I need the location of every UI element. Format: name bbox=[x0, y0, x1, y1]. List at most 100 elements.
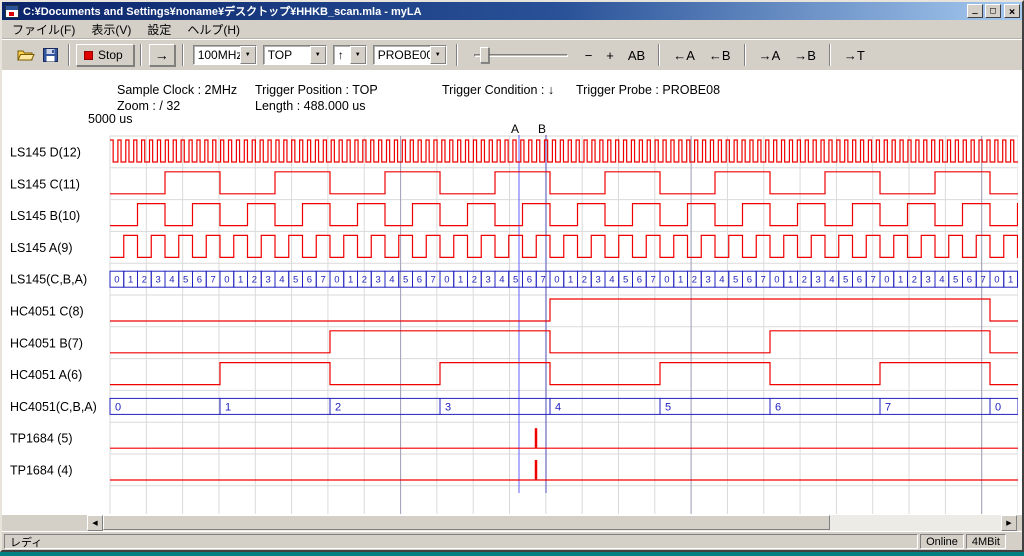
waveform-trace bbox=[110, 331, 1018, 353]
bus-cell bbox=[770, 398, 880, 414]
bus-value: 0 bbox=[554, 275, 559, 286]
goto-marker-a-button[interactable]: ←A bbox=[669, 47, 699, 64]
scroll-thumb[interactable] bbox=[103, 515, 830, 530]
bus-value: 3 bbox=[705, 275, 710, 286]
window-title: C:¥Documents and Settings¥noname¥デスクトップ¥… bbox=[23, 3, 963, 19]
titlebar[interactable]: C:¥Documents and Settings¥noname¥デスクトップ¥… bbox=[2, 2, 1022, 20]
bus-value: 5 bbox=[843, 275, 848, 286]
bus-value: 0 bbox=[664, 275, 669, 286]
bus-value: 0 bbox=[224, 275, 229, 286]
dropdown-button[interactable]: ▼ bbox=[430, 46, 446, 64]
ab-button[interactable]: AB bbox=[624, 47, 649, 64]
toolbar-separator bbox=[140, 44, 142, 66]
bus-cell bbox=[440, 398, 550, 414]
bus-value: 6 bbox=[417, 275, 422, 286]
trigger-probe-combo[interactable]: PROBE00 ▼ bbox=[373, 45, 447, 65]
bus-value: 4 bbox=[555, 401, 561, 413]
waveform-trace bbox=[110, 204, 1018, 226]
bus-value: 3 bbox=[445, 401, 451, 413]
toolbar-separator bbox=[68, 44, 70, 66]
menu-file[interactable]: ファイル(F) bbox=[4, 19, 83, 40]
marker-b-next-button[interactable]: →B bbox=[790, 47, 820, 64]
bus-value: 2 bbox=[912, 275, 917, 286]
scroll-row: ◀ ▶ bbox=[2, 515, 1022, 531]
bus-value: 4 bbox=[829, 275, 834, 286]
bus-value: 2 bbox=[335, 401, 341, 413]
save-file-button[interactable] bbox=[39, 45, 61, 65]
scroll-track[interactable] bbox=[103, 515, 1001, 531]
trigger-probe-info: Trigger Probe : PROBE08 bbox=[576, 83, 720, 97]
toolbar: Stop → 100MHz ▼ TOP ▼ ↑ ▼ PROBE00 ▼ − + bbox=[2, 39, 1022, 70]
bus-value: 6 bbox=[775, 401, 781, 413]
stop-button[interactable]: Stop bbox=[76, 44, 134, 66]
bus-value: 5 bbox=[665, 401, 671, 413]
trigger-condition-info: Trigger Condition : ↓ bbox=[442, 83, 554, 97]
trigger-probe-value: PROBE00 bbox=[374, 46, 430, 64]
bus-value: 3 bbox=[265, 275, 270, 286]
goto-trigger-button[interactable]: →T bbox=[840, 47, 869, 64]
horizontal-scrollbar[interactable]: ◀ ▶ bbox=[87, 515, 1017, 531]
trigger-edge-combo[interactable]: ↑ ▼ bbox=[333, 45, 367, 65]
zoom-in-button[interactable]: + bbox=[602, 47, 618, 64]
bus-value: 1 bbox=[788, 275, 793, 286]
open-file-button[interactable] bbox=[15, 45, 37, 65]
menu-help[interactable]: ヘルプ(H) bbox=[179, 19, 248, 40]
signal-label: TP1684 (4) bbox=[10, 464, 73, 478]
bus-value: 4 bbox=[719, 275, 724, 286]
marker-label-b[interactable]: B bbox=[538, 122, 546, 136]
bus-value: 4 bbox=[169, 275, 174, 286]
bus-value: 2 bbox=[362, 275, 367, 286]
bus-value: 0 bbox=[114, 275, 119, 286]
waveform-pane: Sample Clock : 2MHz Trigger Position : T… bbox=[2, 70, 1022, 515]
bus-value: 0 bbox=[884, 275, 889, 286]
waveform-trace bbox=[110, 363, 1018, 385]
dropdown-button[interactable]: ▼ bbox=[350, 46, 366, 64]
open-folder-icon bbox=[17, 48, 35, 62]
bus-cell bbox=[110, 398, 220, 414]
close-icon[interactable]: × bbox=[1004, 4, 1020, 18]
bus-value: 1 bbox=[348, 275, 353, 286]
marker-label-a[interactable]: A bbox=[511, 122, 519, 136]
waveform-trace bbox=[110, 140, 1018, 162]
stop-icon bbox=[84, 51, 93, 60]
bus-value: 6 bbox=[527, 275, 532, 286]
maximize-icon[interactable]: □ bbox=[985, 4, 1001, 18]
bus-value: 5 bbox=[293, 275, 298, 286]
bus-value: 3 bbox=[485, 275, 490, 286]
bus-value: 2 bbox=[472, 275, 477, 286]
trigger-position-combo[interactable]: TOP ▼ bbox=[263, 45, 327, 65]
dropdown-button[interactable]: ▼ bbox=[240, 46, 256, 64]
bus-value: 1 bbox=[1008, 275, 1013, 286]
goto-marker-b-button[interactable]: ←B bbox=[705, 47, 735, 64]
waveform-canvas[interactable]: 5000 usABLS145 D(12)LS145 C(11)LS145 B(1… bbox=[2, 110, 1018, 515]
dropdown-icon: ▼ bbox=[435, 52, 441, 58]
bus-value: 7 bbox=[760, 275, 765, 286]
minimize-icon[interactable]: _ bbox=[967, 4, 983, 18]
status-spacer bbox=[1008, 534, 1020, 549]
waveform-trace bbox=[110, 235, 1018, 257]
bus-value: 2 bbox=[692, 275, 697, 286]
slider-thumb[interactable] bbox=[480, 47, 489, 63]
window-controls: _ □ × bbox=[967, 4, 1020, 18]
signal-label: LS145 A(9) bbox=[10, 241, 73, 255]
scroll-left-icon[interactable]: ◀ bbox=[87, 515, 103, 531]
toolbar-separator bbox=[829, 44, 831, 66]
sample-clock-info: Sample Clock : 2MHz bbox=[117, 83, 237, 97]
bus-value: 0 bbox=[115, 401, 121, 413]
bus-value: 7 bbox=[210, 275, 215, 286]
menu-view[interactable]: 表示(V) bbox=[83, 19, 139, 40]
bus-cell bbox=[220, 398, 330, 414]
dropdown-button[interactable]: ▼ bbox=[310, 46, 326, 64]
run-button[interactable]: → bbox=[149, 44, 175, 66]
trigger-position-info: Trigger Position : TOP bbox=[255, 83, 378, 97]
toolbar-separator bbox=[456, 44, 458, 66]
stop-label: Stop bbox=[98, 48, 123, 62]
marker-a-next-button[interactable]: →A bbox=[755, 47, 785, 64]
scroll-right-icon[interactable]: ▶ bbox=[1001, 515, 1017, 531]
menu-settings[interactable]: 設定 bbox=[139, 19, 179, 40]
zoom-slider[interactable] bbox=[472, 44, 570, 66]
toolbar-separator bbox=[182, 44, 184, 66]
bus-value: 3 bbox=[155, 275, 160, 286]
sample-rate-combo[interactable]: 100MHz ▼ bbox=[193, 45, 257, 65]
zoom-out-button[interactable]: − bbox=[581, 47, 597, 64]
